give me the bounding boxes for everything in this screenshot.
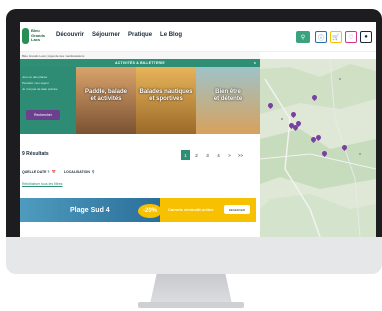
favorites-button[interactable]: ♡ — [345, 31, 357, 43]
cart-icon: 🛒 — [332, 34, 340, 41]
banner-title: ACTIVITÉS & BILLETTERIE — [115, 61, 165, 65]
photo-caption: Paddle, balade et activités — [84, 89, 127, 102]
page-4[interactable]: 4 — [214, 150, 223, 160]
page-1[interactable]: 1 — [181, 150, 190, 160]
user-icon: ● — [364, 34, 368, 40]
filters: QUELLE DATE ? 📅 LOCALISATION ⚲ — [22, 170, 94, 174]
search-button[interactable]: ⚲ — [296, 31, 310, 43]
promo-banner[interactable]: Plage Sud 4 -20% Carnets viennoitt onlin… — [20, 198, 256, 222]
monitor-base — [138, 302, 244, 308]
info-button[interactable]: ⓘ — [315, 31, 327, 43]
map[interactable] — [260, 59, 376, 237]
photo-card[interactable]: Balades nautiques et sportives — [136, 67, 196, 134]
search-submit-button[interactable]: Rechercher — [26, 110, 60, 120]
last-page[interactable]: >> — [236, 150, 245, 160]
photo-caption: Bien être et détente — [213, 89, 243, 102]
option-line[interactable]: Je n'ai pas de date précise — [22, 87, 74, 91]
info-icon: ⓘ — [317, 35, 324, 42]
promo-book-button[interactable]: RESERVER — [224, 205, 250, 214]
option-line[interactable]: Pendant mon séjour — [22, 81, 74, 85]
pagination: 1 2 3 4 > >> — [181, 150, 245, 160]
reset-filters-link[interactable]: Réinitialiser tous les filtres — [22, 182, 62, 186]
logo-icon — [22, 28, 29, 44]
photo-card[interactable]: Bien être et détente — [196, 67, 260, 134]
option-line[interactable]: Jour ou des places — [22, 75, 74, 79]
photo-caption: Balades nautiques et sportives — [139, 89, 193, 102]
page-3[interactable]: 3 — [203, 150, 212, 160]
account-button[interactable]: ● — [360, 31, 372, 43]
search-icon: ⚲ — [300, 34, 306, 41]
search-panel: Jour ou des places Pendant mon séjour Je… — [20, 67, 76, 134]
page-2[interactable]: 2 — [192, 150, 201, 160]
map-terrain — [260, 59, 376, 237]
nav-item-decouvrir[interactable]: Découvrir — [56, 32, 84, 38]
promo-discount: -20% — [138, 204, 162, 218]
site-logo[interactable]: Bleu Grands Lacs — [22, 28, 45, 44]
promo-text: Carnets viennoitt online — [168, 207, 214, 212]
location-pin-icon: ⚲ — [91, 170, 95, 174]
activities-banner: ACTIVITÉS & BILLETTERIE x — [20, 59, 260, 67]
calendar-icon: 📅 — [51, 170, 56, 174]
nav-item-sejourner[interactable]: Séjourner — [92, 32, 120, 38]
next-page[interactable]: > — [225, 150, 234, 160]
close-icon[interactable]: x — [254, 59, 256, 67]
date-filter[interactable]: QUELLE DATE ? 📅 — [22, 170, 56, 174]
monitor-stand — [150, 274, 232, 304]
cart-button[interactable]: 🛒 — [330, 31, 342, 43]
results-count: 9 Résultats — [22, 151, 49, 157]
screen: Bleu Grands Lacs Découvrir Séjourner Pra… — [20, 22, 376, 237]
main-nav: Découvrir Séjourner Pratique Le Blog — [56, 32, 182, 38]
photo-card[interactable]: Paddle, balade et activités — [76, 67, 136, 134]
promo-title: Plage Sud 4 — [70, 207, 110, 214]
nav-item-blog[interactable]: Le Blog — [160, 32, 182, 38]
location-filter[interactable]: LOCALISATION ⚲ — [64, 170, 95, 174]
heart-icon: ♡ — [348, 34, 354, 41]
nav-item-pratique[interactable]: Pratique — [128, 32, 152, 38]
site-header: Bleu Grands Lacs Découvrir Séjourner Pra… — [20, 22, 376, 52]
